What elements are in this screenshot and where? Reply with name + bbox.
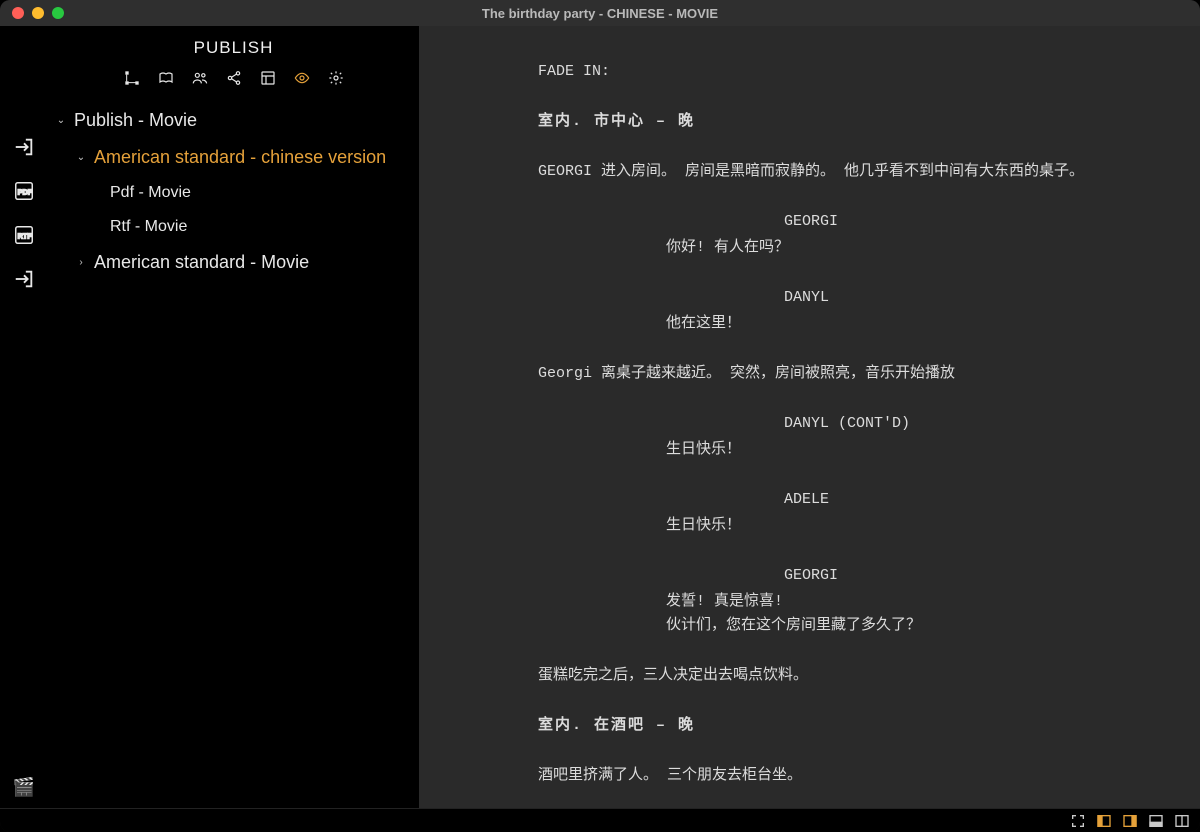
chevron-right-icon: › [76,257,86,268]
users-icon[interactable] [192,70,208,86]
tree-label: Rtf - Movie [110,218,187,236]
titlebar: The birthday party - CHINESE - MOVIE [0,0,1200,26]
character-name: GEORGI [784,210,1140,234]
layout-icon[interactable] [260,70,276,86]
action-text: 蛋糕吃完之后，三人决定出去喝点饮料。 [538,664,1140,688]
scene-heading: 室内. 在酒吧 – 晚 [538,714,1140,738]
script-editor[interactable]: FADE IN: 室内. 市中心 – 晚 GEORGI 进入房间。 房间是黑暗而… [420,26,1200,808]
panel-right-icon[interactable] [1122,813,1138,829]
main-body: PDF RTF 🎬 PUBLISH [0,26,1200,808]
pdf-icon[interactable]: PDF [13,180,35,202]
close-window-button[interactable] [12,7,24,19]
character-name: GEORGI [784,564,1140,588]
chevron-down-icon: ⌄ [76,152,86,163]
import-icon[interactable] [13,268,35,290]
share-icon[interactable] [226,70,242,86]
export-icon[interactable] [13,136,35,158]
dialogue-text: 生日快乐！ [666,438,1026,462]
sidebar-toolbar [48,66,419,100]
tree-label: American standard - chinese version [94,147,386,168]
tree-root-publish-movie[interactable]: ⌄ Publish - Movie [56,102,411,139]
tree-label: American standard - Movie [94,252,309,273]
dialogue-text: 他在这里！ [666,312,1026,336]
panel-left-icon[interactable] [1096,813,1112,829]
character-name: ADELE [784,488,1140,512]
book-icon[interactable] [158,70,174,86]
action-text: Georgi 离桌子越来越近。 突然，房间被照亮，音乐开始播放 [538,362,1140,386]
scene-heading: 室内. 市中心 – 晚 [538,110,1140,134]
minimize-window-button[interactable] [32,7,44,19]
eye-icon[interactable] [294,70,310,86]
status-icons [1070,813,1190,829]
svg-text:RTF: RTF [18,232,33,241]
sidebar: PUBLISH ⌄ Publish - Movie ⌄ American sta… [48,26,420,808]
chevron-down-icon: ⌄ [56,115,66,126]
clapper-icon[interactable]: 🎬 [13,777,35,798]
left-rail: PDF RTF 🎬 [0,26,48,808]
dialogue-text: 发誓! 真是惊喜! 伙计们，您在这个房间里藏了多久了？ [666,590,1026,638]
tree-item-rtf-movie[interactable]: Rtf - Movie [56,210,411,244]
status-bar [0,808,1200,832]
tree-item-pdf-movie[interactable]: Pdf - Movie [56,176,411,210]
tree-item-american-standard-chinese[interactable]: ⌄ American standard - chinese version [56,139,411,176]
app-window: The birthday party - CHINESE - MOVIE PDF… [0,0,1200,832]
panel-bottom-icon[interactable] [1148,813,1164,829]
tree-label: Publish - Movie [74,110,197,131]
publish-tree: ⌄ Publish - Movie ⌄ American standard - … [48,100,419,281]
fullscreen-icon[interactable] [1070,813,1086,829]
tree-item-american-standard-movie[interactable]: › American standard - Movie [56,244,411,281]
dialogue-text: 生日快乐！ [666,514,1026,538]
zoom-window-button[interactable] [52,7,64,19]
transition-fade-in: FADE IN: [538,60,1140,84]
svg-text:PDF: PDF [18,188,33,197]
action-text: 酒吧里挤满了人。 三个朋友去柜台坐。 [538,764,1140,788]
sidebar-title: PUBLISH [48,26,419,66]
character-name: DANYL (CONT'D) [784,412,1140,436]
action-text: GEORGI 进入房间。 房间是黑暗而寂静的。 他几乎看不到中间有大东西的桌子。 [538,160,1140,184]
gear-icon[interactable] [328,70,344,86]
window-title: The birthday party - CHINESE - MOVIE [0,6,1200,21]
rtf-icon[interactable]: RTF [13,224,35,246]
tree-label: Pdf - Movie [110,184,191,202]
hierarchy-icon[interactable] [124,70,140,86]
panel-split-icon[interactable] [1174,813,1190,829]
dialogue-text: 你好! 有人在吗？ [666,236,1026,260]
character-name: DANYL [784,286,1140,310]
window-controls [0,7,64,19]
